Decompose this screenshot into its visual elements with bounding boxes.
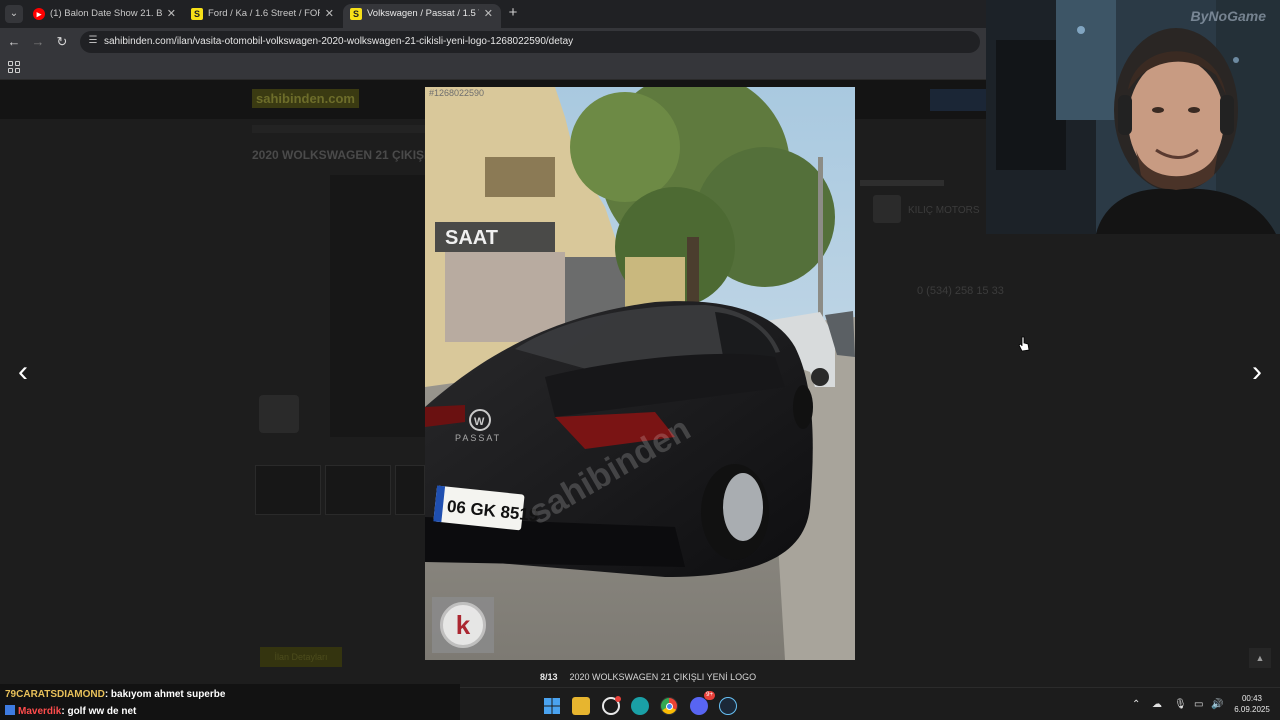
moderator-badge-icon — [5, 705, 15, 715]
show-hidden-icons-chevron[interactable]: ⌃ — [1132, 698, 1140, 712]
url-text: sahibinden.com/ilan/vasita-otomobil-volk… — [104, 36, 574, 47]
shop-sign-text: SAAT — [445, 227, 498, 249]
close-icon[interactable]: ✕ — [167, 4, 176, 24]
chat-username: Maverdik — [18, 706, 62, 717]
address-bar[interactable]: ☰ sahibinden.com/ilan/vasita-otomobil-vo… — [80, 31, 980, 53]
tab-volkswagen-passat[interactable]: S Volkswagen / Passat / 1.5 TSI / Busine… — [343, 4, 501, 28]
listing-details-label: İlan Detayları — [274, 652, 328, 662]
clock-time: 00:43 — [1241, 694, 1263, 703]
dealer-logo-badge: k — [440, 602, 486, 648]
chat-message: 79CARATSDIAMOND: bakıyom ahmet superbe — [5, 686, 455, 703]
dealer-logo: k — [432, 597, 494, 653]
photo-id: #1268022590 — [429, 88, 485, 98]
chat-text: : bakıyom ahmet superbe — [104, 689, 226, 700]
breadcrumb — [252, 125, 432, 133]
tab-ford-ka[interactable]: S Ford / Ka / 1.6 Street / FORD KA ✕ — [184, 4, 342, 28]
system-clock[interactable]: 00:43 6.09.2025 — [1228, 693, 1276, 715]
onedrive-cloud-icon[interactable]: ☁ — [1152, 698, 1162, 712]
discord-icon[interactable]: 9+ — [690, 691, 715, 715]
seller-logo — [873, 195, 901, 223]
webcam-overlay: ByNoGame — [986, 0, 1280, 234]
back-button[interactable]: ← — [5, 33, 23, 51]
apps-grid-icon[interactable] — [8, 61, 20, 73]
tab-title: Volkswagen / Passat / 1.5 TSI / Business — [367, 8, 479, 19]
clock-date: 6.09.2025 — [1234, 705, 1270, 714]
photo-caption-text: 2020 WOLKSWAGEN 21 ÇIKIŞLI YENİ LOGO — [569, 672, 757, 682]
chat-username: 79CARATSDIAMOND — [5, 689, 105, 700]
forward-button[interactable]: → — [29, 33, 47, 51]
file-explorer-icon[interactable] — [572, 697, 590, 715]
new-tab-button[interactable]: + — [505, 4, 521, 22]
stream-watermark: ByNoGame — [1190, 8, 1266, 24]
sahibinden-icon: S — [350, 8, 362, 20]
reload-button[interactable]: ↻ — [53, 33, 71, 51]
hand-cursor-icon — [1018, 336, 1030, 352]
header-blue-button — [930, 89, 986, 111]
thumbnail — [325, 465, 391, 515]
tab-title: Ford / Ka / 1.6 Street / FORD KA — [208, 8, 320, 19]
steam-icon[interactable] — [719, 697, 737, 715]
previous-photo-button[interactable]: ‹ — [8, 350, 38, 394]
windows-start-icon[interactable] — [543, 697, 561, 715]
sahibinden-icon: S — [191, 8, 203, 20]
car-photo: SAAT 06 GK 8519 W PASSAT sahibinden — [425, 87, 855, 660]
thumbnail — [255, 465, 321, 515]
seller-name: KILIÇ MOTORS — [908, 205, 980, 216]
stream-chat-overlay: 79CARATSDIAMOND: bakıyom ahmet superbe M… — [0, 684, 460, 720]
tab-search-button[interactable]: ⌄ — [5, 5, 23, 23]
close-icon[interactable]: ✕ — [325, 4, 334, 24]
main-photo-placeholder — [330, 175, 430, 437]
dealer-logo-letter: k — [455, 610, 471, 640]
car-badge-text: PASSAT — [455, 433, 501, 443]
thumbnail — [395, 465, 425, 515]
volume-icon[interactable]: 🔊 — [1211, 698, 1223, 712]
discord-notification-badge: 9+ — [704, 691, 715, 700]
seller-phone: 0 (534) 258 15 33 — [917, 285, 1004, 297]
lightbox-photo: SAAT 06 GK 8519 W PASSAT sahibinden #126… — [425, 87, 855, 660]
svg-text:W: W — [474, 416, 485, 428]
tab-title: (1) Balon Date Show 21. Bölüm — [50, 8, 162, 19]
site-logo: sahibinden.com — [252, 89, 359, 108]
next-photo-button[interactable]: › — [1242, 350, 1272, 394]
microphone-icon[interactable]: 🎙 — [1174, 698, 1187, 712]
scroll-to-top-button[interactable]: ▲ — [1249, 648, 1271, 668]
photo-logo-placeholder — [259, 395, 299, 433]
tab-underline — [860, 180, 944, 186]
streamer-camera-feed — [986, 0, 1280, 234]
display-icon[interactable]: ▭ — [1194, 698, 1203, 712]
listing-details-tab: İlan Detayları — [260, 647, 342, 667]
chat-text: : golf ww de net — [61, 706, 137, 717]
photo-caption: 8/13 2020 WOLKSWAGEN 21 ÇIKIŞLI YENİ LOGO — [540, 672, 756, 682]
site-info-icon[interactable]: ☰ — [87, 35, 99, 47]
chrome-icon[interactable] — [660, 697, 678, 715]
edge-icon[interactable] — [631, 697, 649, 715]
chat-message: Maverdik: golf ww de net — [5, 703, 455, 720]
close-icon[interactable]: ✕ — [484, 4, 493, 24]
chatgpt-icon[interactable] — [602, 696, 621, 715]
photo-counter: 8/13 — [540, 672, 558, 682]
youtube-icon: ▸ — [33, 8, 45, 20]
tab-balon-date-show[interactable]: ▸ (1) Balon Date Show 21. Bölüm ✕ — [26, 4, 184, 28]
